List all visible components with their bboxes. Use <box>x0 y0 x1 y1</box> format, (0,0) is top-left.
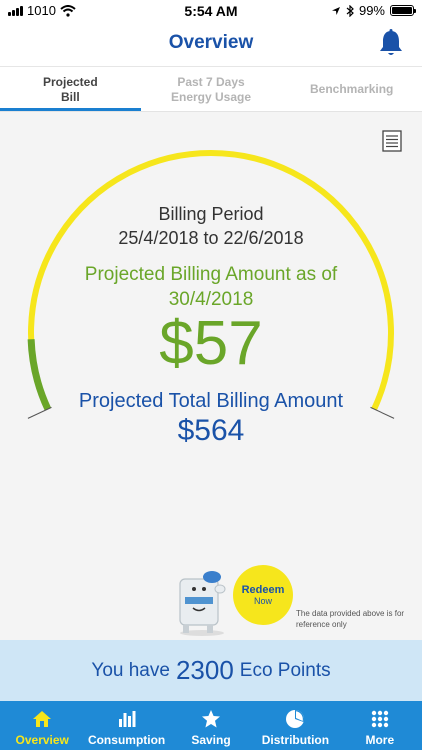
eco-points-suffix: Eco Points <box>239 659 331 681</box>
billing-period-label: Billing Period <box>158 204 264 224</box>
nav-distribution[interactable]: Distribution <box>253 701 337 750</box>
total-billing-label: Projected Total Billing Amount <box>78 390 344 412</box>
nav-more[interactable]: More <box>338 701 422 750</box>
projected-label-line2: 30/4/2018 <box>168 289 254 310</box>
nav-overview[interactable]: Overview <box>0 701 84 750</box>
battery-icon <box>390 5 416 16</box>
eco-points-value: 2300 <box>175 655 234 685</box>
tab-label: Projected <box>42 74 98 89</box>
header: Overview <box>0 22 422 66</box>
tab-past-7-days[interactable]: Past 7 Days Energy Usage <box>141 67 282 112</box>
mascot-meter-icon <box>179 571 226 636</box>
projected-billing-label: Projected Billing Amount as of 30/4/2018 <box>60 262 362 312</box>
tab-label: Benchmarking <box>310 82 394 96</box>
disclaimer-text: The data provided above is for reference… <box>296 609 405 629</box>
bluetooth-icon <box>346 4 354 17</box>
bell-icon[interactable] <box>376 28 406 58</box>
nav-saving[interactable]: Saving <box>169 701 253 750</box>
redeem-sublabel: Now <box>253 596 272 606</box>
eco-points-banner[interactable]: You have 2300 Eco Points <box>0 640 422 701</box>
redeem-label: Redeem <box>241 584 285 596</box>
battery-percent: 99% <box>358 3 385 18</box>
status-bar: 1010 5:54 AM 99% <box>0 0 422 22</box>
nav-label: Consumption <box>87 733 166 747</box>
nav-label: Distribution <box>261 733 330 747</box>
tab-projected-bill[interactable]: Projected Bill <box>0 67 141 112</box>
tab-bar: Projected Bill Past 7 Days Energy Usage Be… <box>0 66 422 112</box>
nav-label: More <box>365 733 395 747</box>
tab-label: Past 7 Days <box>177 74 245 89</box>
projected-amount: $57 <box>159 309 263 378</box>
home-icon <box>33 711 52 727</box>
nav-label: Overview <box>15 733 69 747</box>
nav-label: Saving <box>191 733 231 747</box>
location-icon <box>331 6 340 15</box>
bar-chart-icon <box>118 711 136 727</box>
bottom-nav: Overview Consumption Saving Distribution… <box>0 701 422 750</box>
star-icon <box>202 710 221 728</box>
billing-period-range: 25/4/2018 to 22/6/2018 <box>118 228 304 248</box>
tab-label: Bill <box>60 89 80 104</box>
report-icon[interactable] <box>382 130 402 152</box>
pie-chart-icon <box>286 710 305 728</box>
tab-benchmarking[interactable]: Benchmarking <box>281 67 422 112</box>
page-title: Overview <box>168 32 254 53</box>
grid-icon <box>371 710 389 728</box>
status-right: 99% <box>331 3 416 18</box>
tab-label: Energy Usage <box>170 89 252 104</box>
projected-label-line1: Projected Billing Amount as of <box>84 264 338 285</box>
total-billing-amount: $564 <box>177 414 245 447</box>
redeem-now-button[interactable]: Redeem Now <box>233 565 293 625</box>
nav-consumption[interactable]: Consumption <box>84 701 168 750</box>
main-content: Billing Period 25/4/2018 to 22/6/2018 Pr… <box>0 112 422 640</box>
eco-points-prefix: You have <box>91 659 170 681</box>
